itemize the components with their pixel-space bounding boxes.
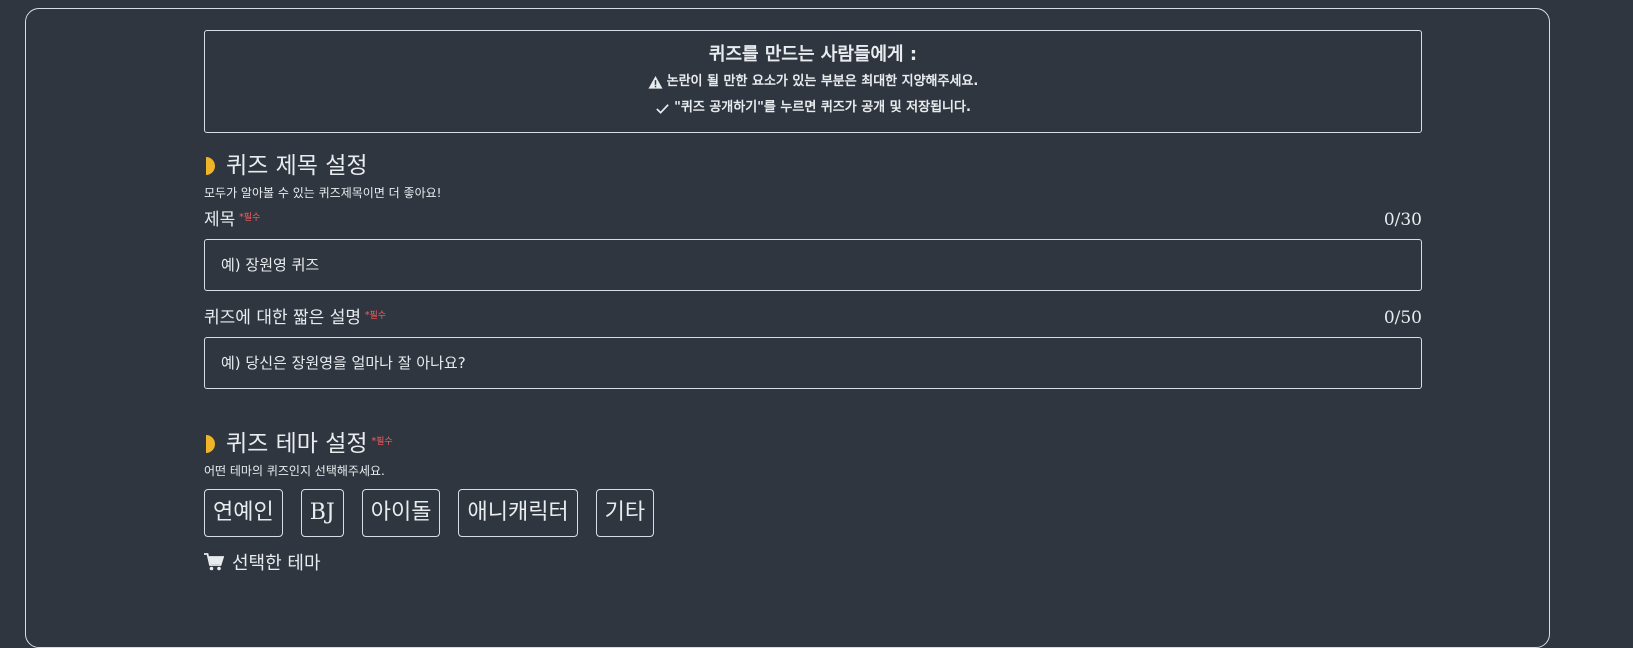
title-input[interactable]	[204, 239, 1422, 291]
theme-options: 연예인 BJ 아이돌 애니캐릭터 기타	[204, 489, 1422, 537]
theme-option-etc[interactable]: 기타	[595, 489, 655, 537]
theme-section-heading-row: 퀴즈 테마 설정 *필수	[204, 429, 1422, 459]
notice-warning-text: 논란이 될 만한 요소가 있는 부분은 최대한 지양해주세요.	[666, 74, 979, 89]
required-mark: *필수	[239, 213, 261, 223]
theme-option-bj[interactable]: BJ	[300, 489, 344, 537]
title-section-heading-row: 퀴즈 제목 설정	[204, 151, 1422, 181]
theme-section: 퀴즈 테마 설정 *필수 어떤 테마의 퀴즈인지 선택해주세요. 연예인 BJ 아…	[204, 429, 1422, 575]
warning-triangle-icon	[648, 75, 663, 89]
notice-box: 퀴즈를 만드는 사람들에게 : 논란이 될 만한 요소가 있는 부분은 최대한 …	[204, 30, 1422, 133]
notice-warning-line: 논란이 될 만한 요소가 있는 부분은 최대한 지양해주세요.	[205, 73, 1421, 91]
selected-theme-row: 선택한 테마	[204, 549, 1422, 575]
check-icon	[656, 103, 669, 114]
notice-check-text: "퀴즈 공개하기"를 누르면 퀴즈가 공개 및 저장됩니다.	[674, 100, 971, 115]
notice-check-line: "퀴즈 공개하기"를 누르면 퀴즈가 공개 및 저장됩니다.	[205, 99, 1421, 117]
description-field-head: 퀴즈에 대한 짧은 설명 *필수 0/50	[204, 307, 1422, 329]
theme-section-heading: 퀴즈 테마 설정 *필수	[226, 429, 393, 459]
shopping-cart-icon	[204, 553, 224, 571]
description-input[interactable]	[204, 337, 1422, 389]
title-section-subtitle: 모두가 알아볼 수 있는 퀴즈제목이면 더 좋아요!	[204, 186, 442, 200]
required-mark: *필수	[371, 437, 393, 447]
theme-section-subtitle: 어떤 테마의 퀴즈인지 선택해주세요.	[204, 464, 385, 478]
description-field-label: 퀴즈에 대한 짧은 설명	[204, 308, 361, 328]
quiz-create-content: 퀴즈를 만드는 사람들에게 : 논란이 될 만한 요소가 있는 부분은 최대한 …	[204, 30, 1422, 575]
description-field-label-wrap: 퀴즈에 대한 짧은 설명 *필수	[204, 307, 386, 329]
theme-option-anime-character[interactable]: 애니캐릭터	[458, 489, 578, 537]
title-char-counter: 0/30	[1383, 210, 1422, 230]
title-field-label-wrap: 제목 *필수	[204, 209, 260, 231]
notice-title: 퀴즈를 만드는 사람들에게 :	[708, 44, 918, 65]
description-field: 퀴즈에 대한 짧은 설명 *필수 0/50	[204, 307, 1422, 389]
selected-theme-label: 선택한 테마	[232, 553, 321, 574]
half-circle-marker-icon	[206, 435, 215, 453]
theme-option-idol[interactable]: 아이돌	[361, 489, 441, 537]
half-circle-marker-icon	[206, 157, 215, 175]
theme-option-celebrity[interactable]: 연예인	[204, 489, 283, 537]
title-field-head: 제목 *필수 0/30	[204, 209, 1422, 231]
title-field: 제목 *필수 0/30	[204, 209, 1422, 291]
theme-section-heading-text: 퀴즈 테마 설정	[226, 431, 368, 457]
required-mark: *필수	[364, 311, 387, 321]
title-section: 퀴즈 제목 설정 모두가 알아볼 수 있는 퀴즈제목이면 더 좋아요! 제목 *필…	[204, 151, 1422, 389]
title-field-label: 제목	[204, 210, 236, 230]
title-section-heading: 퀴즈 제목 설정	[226, 153, 368, 179]
description-char-counter: 0/50	[1383, 308, 1422, 328]
quiz-create-card: 퀴즈를 만드는 사람들에게 : 논란이 될 만한 요소가 있는 부분은 최대한 …	[25, 8, 1550, 648]
